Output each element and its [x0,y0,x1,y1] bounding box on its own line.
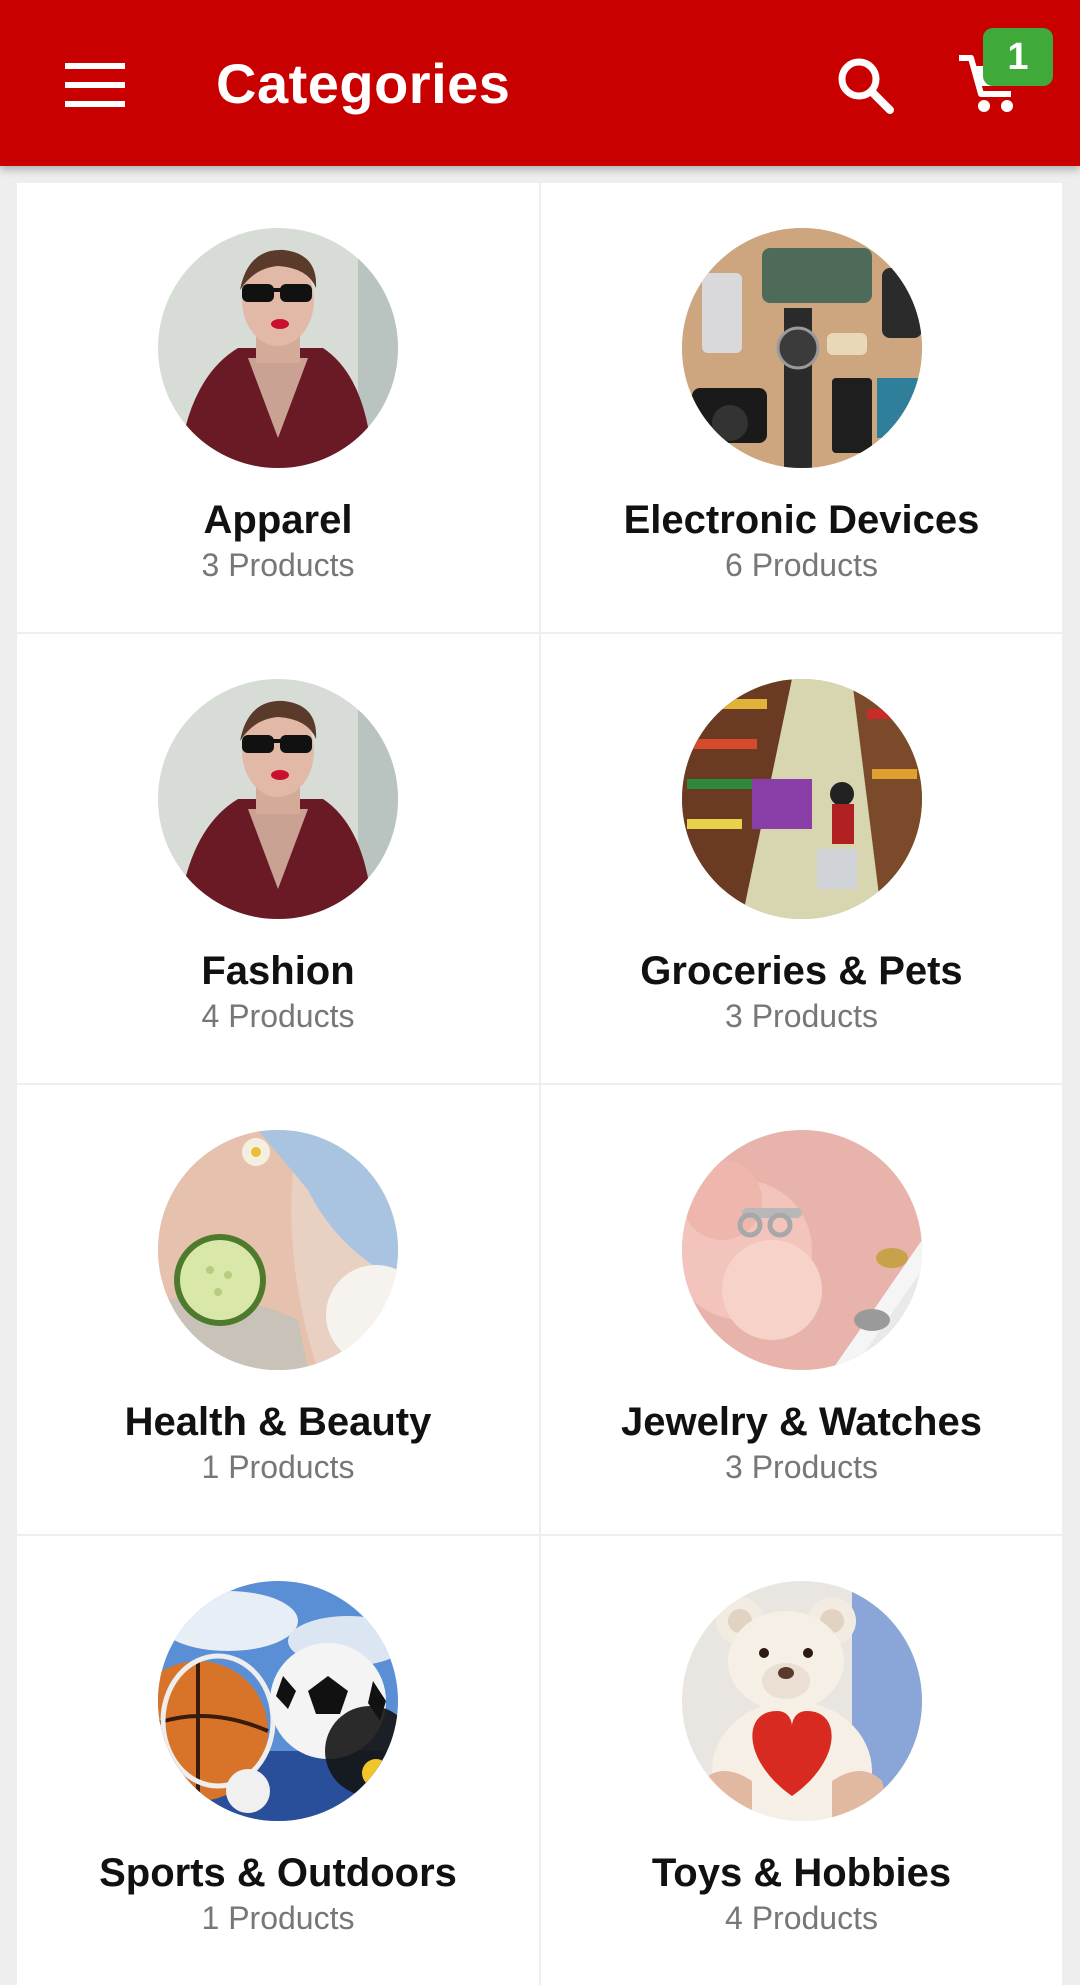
category-product-count: 1 Products [201,1900,355,1936]
category-tile-apparel[interactable]: Apparel 3 Products [17,183,539,632]
category-image-apparel [158,228,398,468]
category-image-sports-outdoors [158,1581,398,1821]
category-product-count: 3 Products [725,1449,878,1485]
category-image-groceries-pets [681,679,922,919]
category-product-count: 4 Products [201,998,355,1034]
category-tile-fashion[interactable]: Fashion 4 Products [17,634,539,1083]
category-name: Groceries & Pets [640,949,963,993]
category-name: Apparel [203,498,353,542]
category-image-fashion [158,679,398,919]
category-product-count: 4 Products [725,1900,878,1936]
category-tile-sports-outdoors[interactable]: Sports & Outdoors 1 Products [17,1536,539,1985]
category-name: Fashion [201,949,355,993]
category-image-jewelry-watches [681,1130,922,1370]
category-tile-groceries-pets[interactable]: Groceries & Pets 3 Products [541,634,1062,1083]
category-tile-toys-hobbies[interactable]: Toys & Hobbies 4 Products [541,1536,1062,1985]
app-bar: Categories 1 [0,0,1080,166]
category-image-electronic-devices [681,228,922,468]
category-name: Electronic Devices [623,498,980,542]
category-tile-health-beauty[interactable]: Health & Beauty 1 Products [17,1085,539,1534]
category-name: Jewelry & Watches [621,1400,982,1444]
category-grid: Apparel 3 Products Electronic Devices 6 … [17,183,1062,1985]
category-product-count: 1 Products [201,1449,355,1485]
category-name: Health & Beauty [124,1400,432,1444]
hamburger-menu-icon [65,63,125,107]
cart-count-badge: 1 [983,28,1053,86]
category-product-count: 6 Products [725,547,878,583]
search-icon [838,58,894,114]
search-button[interactable] [825,45,905,125]
category-tile-electronic-devices[interactable]: Electronic Devices 6 Products [541,183,1062,632]
category-tile-jewelry-watches[interactable]: Jewelry & Watches 3 Products [541,1085,1062,1534]
category-image-toys-hobbies [681,1581,922,1821]
menu-button[interactable] [55,45,135,125]
category-name: Sports & Outdoors [99,1851,457,1895]
category-name: Toys & Hobbies [651,1851,952,1895]
category-image-health-beauty [158,1130,398,1370]
page-title: Categories [216,52,511,115]
category-product-count: 3 Products [725,998,878,1034]
category-product-count: 3 Products [201,547,355,583]
